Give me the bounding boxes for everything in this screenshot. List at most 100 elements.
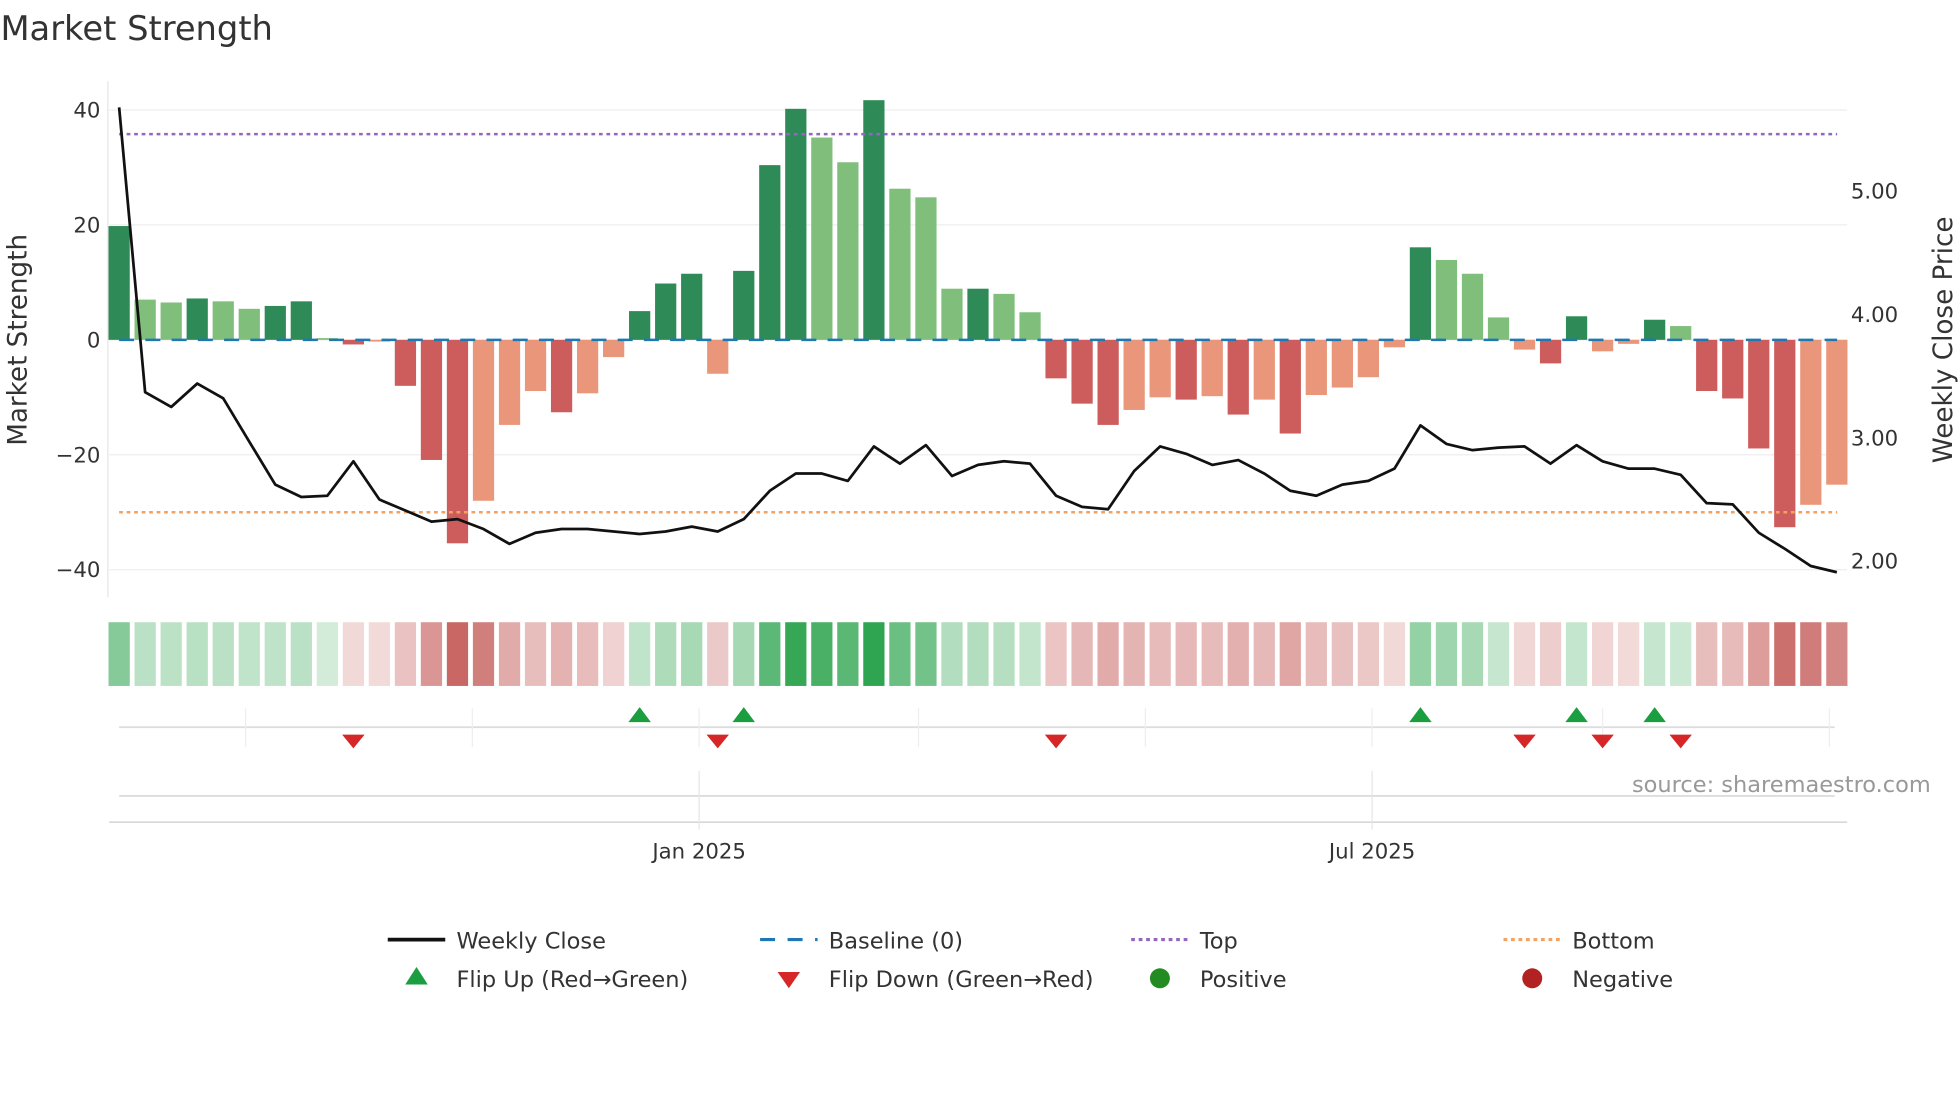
strength-bar [889,188,911,340]
heat-cell [863,622,885,686]
y2-tick-label: 4.00 [1851,303,1898,328]
y2-tick-label: 2.00 [1851,550,1898,575]
x-tick-label: Jan 2025 [650,839,746,864]
strength-bar [1045,339,1067,379]
legend-flip-up-red-green-icon [405,967,428,985]
strength-bar [1253,339,1275,400]
strength-bar [290,301,312,340]
legend-flip-up-red-green-label: Flip Up (Red→Green) [456,967,688,993]
strength-bar [1591,339,1614,352]
heat-cell [1461,622,1484,686]
legend-flip-down-green-red-icon [777,972,801,989]
flip-up-marker [628,707,651,723]
heat-cell [1175,622,1197,686]
flip-down-marker [706,734,729,749]
heat-cell [1097,622,1119,686]
right-axis-ticks: 5.00 4.00 3.00 2.00 [1851,180,1898,575]
strength-bar [1565,316,1588,340]
heat-cell [681,622,703,686]
heat-cell [472,622,495,686]
strength-bar [811,137,833,340]
strength-bar [1748,339,1770,449]
strength-bar [108,226,130,340]
strength-bar [186,298,208,340]
heat-cell [707,622,729,686]
heat-cell [1565,622,1588,686]
flip-markers [119,707,1835,749]
x-tick-label: Jul 2025 [1327,839,1415,864]
y-tick-label: −20 [56,443,101,468]
strength-bar [160,302,182,340]
strength-bar [1722,339,1744,399]
heat-cell [290,622,312,686]
heat-cell [1253,622,1275,686]
strength-bar [759,165,781,340]
heat-cell [1331,622,1353,686]
heat-cell [1670,622,1692,686]
y2-tick-label: 3.00 [1851,426,1898,451]
strength-bar [1409,247,1432,340]
strength-bar [1175,339,1197,400]
heat-cell [238,622,260,686]
flip-up-marker [732,707,756,723]
strength-bar [1227,339,1249,415]
flip-down-marker [1044,734,1068,749]
heat-cell [1748,622,1770,686]
strength-bar [1539,339,1562,364]
strength-bar [785,108,807,340]
strength-bar [1800,339,1822,505]
heat-cell [629,622,651,686]
heat-cell [316,622,338,686]
heat-cell [603,622,625,686]
strength-bar [837,162,859,340]
strength-bar [681,273,703,340]
legend-flip-down-green-red-label: Flip Down (Green→Red) [829,967,1094,993]
x-axis: Jan 2025 Jul 2025 [109,770,1848,864]
strength-bar [212,301,234,340]
left-axis-title: Market Strength [4,234,34,446]
flip-down-marker [1669,734,1692,749]
flip-down-marker [1513,734,1536,749]
strength-bar [1487,317,1510,340]
heat-cell [759,622,781,686]
heat-cell [212,622,234,686]
strength-bar [1201,339,1223,397]
legend-baseline-0-label: Baseline (0) [829,928,963,954]
heat-cell [1201,622,1223,686]
heat-cell [1071,622,1093,686]
strength-bar [1435,259,1458,340]
flip-down-marker [342,734,365,749]
strength-bar [1357,339,1379,378]
heat-cell [576,622,599,686]
heat-cell [186,622,208,686]
strength-bar [1644,319,1666,340]
legend-negative-label: Negative [1572,967,1673,993]
heat-cell [785,622,807,686]
heat-cell [134,622,156,686]
heat-cell [368,622,391,686]
y-tick-label: 20 [73,213,100,238]
heat-strip [108,622,1848,686]
heat-cell [394,622,417,686]
heat-cell [342,622,364,686]
y-tick-label: 0 [87,328,101,353]
strength-bar [524,339,547,391]
strength-bar [1670,326,1692,340]
y-tick-label: −40 [56,558,101,583]
strength-bar [1513,339,1536,350]
legend-positive-icon [1149,968,1170,989]
heat-cell [915,622,937,686]
heat-cell [837,622,859,686]
strength-bar [1279,339,1301,434]
y-tick-label: 40 [73,98,100,123]
strength-bar [1305,339,1327,396]
heat-cell [1045,622,1067,686]
flip-down-marker [1591,734,1614,749]
heat-cell [1826,622,1848,686]
strength-bar [707,339,729,374]
legend-positive-label: Positive [1200,967,1287,993]
strength-bar [655,283,677,340]
heat-cell [264,622,286,686]
legend-bottom-label: Bottom [1572,928,1654,954]
strength-bar [238,308,260,340]
